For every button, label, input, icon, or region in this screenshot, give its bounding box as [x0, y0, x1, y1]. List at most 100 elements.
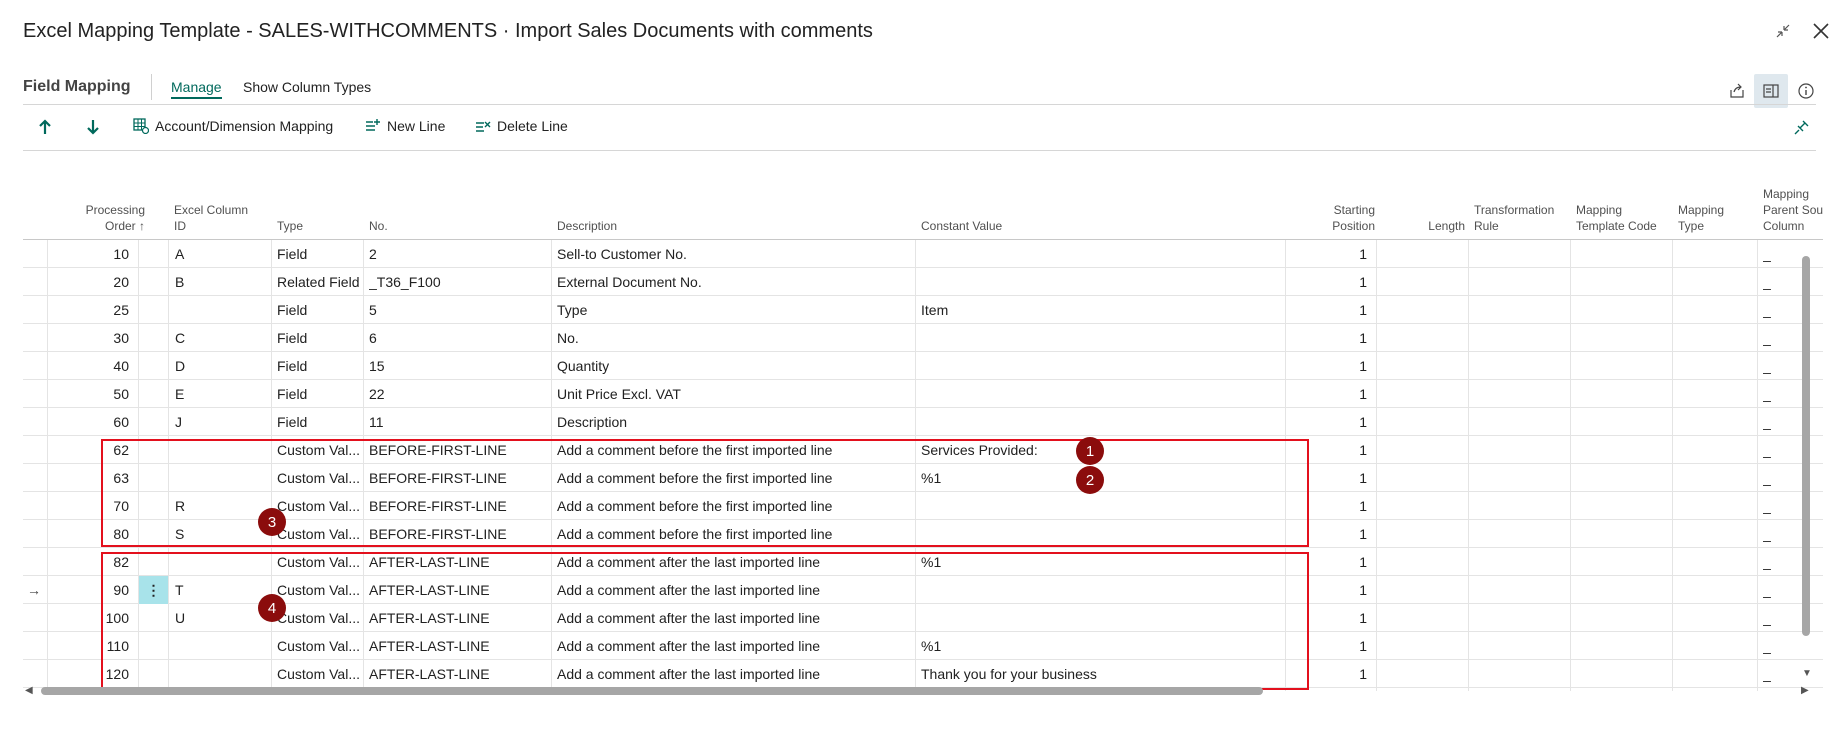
new-line-button[interactable]: New Line — [365, 118, 445, 134]
table-row[interactable]: 25 Field 5 Type Item 1 _ — [23, 296, 1823, 324]
col-header-mapping-type[interactable]: Mapping Type — [1678, 202, 1724, 234]
no-cell[interactable]: _T36_F100 — [369, 268, 549, 296]
processing-order-cell[interactable]: 60 — [47, 408, 137, 436]
no-cell[interactable]: 15 — [369, 352, 549, 380]
table-row[interactable]: 50 E Field 22 Unit Price Excl. VAT 1 _ — [23, 380, 1823, 408]
close-icon — [1813, 23, 1829, 39]
no-cell[interactable]: 22 — [369, 380, 549, 408]
col-header-excel-column-id-line1: Excel Column — [174, 203, 249, 217]
constant-value-cell[interactable]: Item — [921, 296, 1281, 324]
type-cell[interactable]: Field — [277, 296, 363, 324]
starting-position-cell[interactable]: 1 — [1285, 268, 1375, 296]
type-cell[interactable]: Field — [277, 240, 363, 268]
table-row[interactable]: 40 D Field 15 Quantity 1 _ — [23, 352, 1823, 380]
account-dimension-mapping-label: Account/Dimension Mapping — [155, 118, 334, 134]
col-header-no[interactable]: No. — [369, 218, 388, 234]
description-cell[interactable]: External Document No. — [557, 268, 913, 296]
scroll-down-arrow-icon[interactable]: ▼ — [1802, 668, 1812, 679]
pin-action-bar-button[interactable] — [1793, 118, 1811, 136]
col-header-mapping-parent-source-column[interactable]: Mapping Parent Sourc Column — [1763, 186, 1823, 234]
new-line-label: New Line — [387, 118, 446, 134]
excel-column-id-cell[interactable]: B — [175, 268, 269, 296]
callout-badge-2: 2 — [1076, 466, 1104, 494]
table-row[interactable]: 10 A Field 2 Sell-to Customer No. 1 _ — [23, 240, 1823, 268]
description-cell[interactable]: Unit Price Excl. VAT — [557, 380, 913, 408]
col-header-starting-position[interactable]: Starting Position — [1283, 202, 1375, 234]
constant-value-cell[interactable] — [921, 324, 1281, 352]
excel-column-id-cell[interactable]: A — [175, 240, 269, 268]
description-cell[interactable]: Type — [557, 296, 913, 324]
col-header-transformation-rule[interactable]: Transformation Rule — [1474, 202, 1554, 234]
no-cell[interactable]: 6 — [369, 324, 549, 352]
starting-position-cell[interactable]: 1 — [1285, 324, 1375, 352]
constant-value-cell[interactable] — [921, 268, 1281, 296]
vertical-scrollbar[interactable] — [1801, 242, 1811, 683]
table-row[interactable]: 60 J Field 11 Description 1 _ — [23, 408, 1823, 436]
factbox-toggle-button[interactable] — [1754, 74, 1788, 108]
excel-column-id-cell[interactable] — [175, 296, 269, 324]
tab-show-column-types[interactable]: Show Column Types — [243, 79, 371, 95]
processing-order-cell[interactable]: 50 — [47, 380, 137, 408]
collapse-button[interactable] — [1770, 18, 1796, 44]
constant-value-cell[interactable] — [921, 408, 1281, 436]
excel-column-id-cell[interactable]: C — [175, 324, 269, 352]
horizontal-scroll-thumb[interactable] — [41, 687, 1263, 695]
col-header-processing-order[interactable]: Processing Order ↑ — [65, 202, 145, 234]
move-down-button[interactable] — [85, 118, 101, 136]
info-button[interactable] — [1789, 74, 1823, 108]
starting-position-cell[interactable]: 1 — [1285, 296, 1375, 324]
processing-order-cell[interactable]: 25 — [47, 296, 137, 324]
excel-column-id-cell[interactable]: J — [175, 408, 269, 436]
no-cell[interactable]: 11 — [369, 408, 549, 436]
no-cell[interactable]: 5 — [369, 296, 549, 324]
col-header-type[interactable]: Type — [277, 218, 303, 234]
description-cell[interactable]: No. — [557, 324, 913, 352]
callout-badge-4: 4 — [258, 594, 286, 622]
current-row-arrow-icon: → — [27, 582, 41, 598]
share-button[interactable] — [1720, 74, 1754, 108]
excel-column-id-cell[interactable]: E — [175, 380, 269, 408]
processing-order-cell[interactable]: 30 — [47, 324, 137, 352]
constant-value-cell[interactable] — [921, 240, 1281, 268]
type-cell[interactable]: Field — [277, 324, 363, 352]
col-header-mapping-template-code-line1: Mapping — [1576, 203, 1623, 217]
type-cell[interactable]: Related Field — [277, 268, 363, 296]
constant-value-cell[interactable] — [921, 352, 1281, 380]
processing-order-cell[interactable]: 40 — [47, 352, 137, 380]
col-header-excel-column-id[interactable]: Excel Column ID — [174, 202, 248, 234]
description-cell[interactable]: Quantity — [557, 352, 913, 380]
processing-order-cell[interactable]: 20 — [47, 268, 137, 296]
constant-value-cell[interactable] — [921, 380, 1281, 408]
starting-position-cell[interactable]: 1 — [1285, 408, 1375, 436]
close-button[interactable] — [1808, 18, 1834, 44]
scroll-left-arrow-icon[interactable]: ◀ — [25, 685, 33, 696]
horizontal-scrollbar[interactable]: ◀ ▶ — [23, 684, 1813, 698]
tab-manage[interactable]: Manage — [171, 79, 222, 99]
type-cell[interactable]: Field — [277, 380, 363, 408]
processing-order-cell[interactable]: 10 — [47, 240, 137, 268]
table-row[interactable]: 20 B Related Field _T36_F100 External Docume… — [23, 268, 1823, 296]
delete-line-button[interactable]: Delete Line — [475, 118, 568, 134]
no-cell[interactable]: 2 — [369, 240, 549, 268]
excel-column-id-cell[interactable]: D — [175, 352, 269, 380]
col-header-constant-value[interactable]: Constant Value — [921, 218, 1002, 234]
starting-position-cell[interactable]: 1 — [1285, 240, 1375, 268]
type-cell[interactable]: Field — [277, 408, 363, 436]
description-cell[interactable]: Sell-to Customer No. — [557, 240, 913, 268]
description-cell[interactable]: Description — [557, 408, 913, 436]
col-header-processing-order-line1: Processing — [85, 203, 145, 217]
col-header-mapping-type-line2: Type — [1678, 219, 1705, 233]
starting-position-cell[interactable]: 1 — [1285, 352, 1375, 380]
table-row[interactable]: 30 C Field 6 No. 1 _ — [23, 324, 1823, 352]
col-header-length[interactable]: Length — [1383, 218, 1465, 234]
col-header-mapping-template-code[interactable]: Mapping Template Code — [1576, 202, 1657, 234]
account-dimension-mapping-button[interactable]: Account/Dimension Mapping — [133, 118, 333, 134]
col-header-description[interactable]: Description — [557, 218, 617, 234]
move-up-button[interactable] — [37, 118, 53, 136]
type-cell[interactable]: Field — [277, 352, 363, 380]
col-header-mapping-type-line1: Mapping — [1678, 203, 1725, 217]
vertical-scroll-thumb[interactable] — [1802, 256, 1810, 636]
starting-position-cell[interactable]: 1 — [1285, 380, 1375, 408]
arrow-down-icon — [87, 120, 99, 135]
scroll-right-arrow-icon[interactable]: ▶ — [1801, 685, 1809, 696]
